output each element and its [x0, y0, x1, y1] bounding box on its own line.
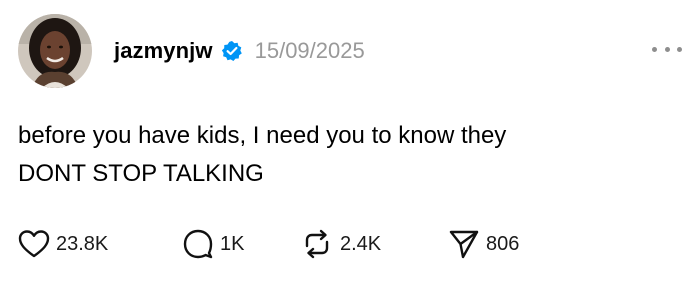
more-options-icon[interactable] [652, 44, 682, 54]
post-text-line: before you have kids, I need you to know… [18, 122, 507, 149]
repost-count: 2.4K [340, 232, 382, 255]
post-text: before you have kids, I need you to know… [18, 117, 678, 193]
avatar[interactable] [18, 14, 92, 88]
post-timestamp: 15/09/2025 [254, 38, 365, 63]
heart-icon [18, 230, 50, 258]
share-count: 806 [486, 232, 520, 255]
reply-count: 1K [220, 232, 245, 255]
post-header: jazmynjw 15/09/2025 [18, 14, 365, 88]
post-card: jazmynjw 15/09/2025 before you have kids… [0, 0, 700, 282]
post-actions: 23.8K 1K 2.4K 806 [18, 228, 618, 260]
verified-badge-icon [221, 40, 243, 62]
like-button[interactable]: 23.8K [18, 228, 108, 260]
repost-arrows-icon [305, 229, 329, 259]
username[interactable]: jazmynjw [114, 38, 213, 64]
repost-button[interactable]: 2.4K [300, 228, 381, 260]
avatar-image [18, 14, 92, 88]
like-count: 23.8K [56, 232, 109, 255]
reply-button[interactable]: 1K [182, 228, 244, 260]
speech-bubble-icon [183, 229, 213, 259]
post-text-line: DONT STOP TALKING [18, 160, 264, 187]
more-dot [677, 46, 682, 52]
more-dot [652, 46, 657, 52]
more-dot [664, 46, 670, 52]
paper-plane-icon [449, 230, 479, 259]
share-button[interactable]: 806 [448, 228, 519, 260]
